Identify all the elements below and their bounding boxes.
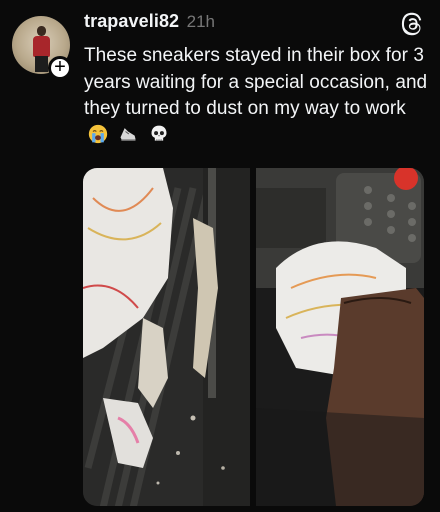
avatar-figure-legs (35, 56, 48, 72)
post-header: trapaveli82 21h (84, 11, 215, 32)
threads-logo-icon[interactable] (400, 12, 424, 36)
crumbling-sneaker-photo (83, 168, 250, 506)
post-body: These sneakers stayed in their box for 3… (84, 43, 429, 149)
sneaker-icon (120, 127, 136, 141)
media-image-crumbling-sneaker[interactable] (83, 168, 250, 506)
avatar-figure-head (37, 26, 46, 36)
crying-face-icon (88, 124, 108, 143)
post-text: These sneakers stayed in their box for 3… (84, 45, 428, 119)
follow-button[interactable]: + (48, 56, 72, 80)
avatar-figure-body (33, 36, 50, 57)
post-timestamp: 21h (186, 12, 215, 31)
skull-icon (151, 125, 167, 141)
media-image-sneaker-on-pedal[interactable] (256, 168, 424, 506)
sneaker-on-pedal-photo (256, 168, 424, 506)
username-link[interactable]: trapaveli82 (84, 11, 179, 31)
